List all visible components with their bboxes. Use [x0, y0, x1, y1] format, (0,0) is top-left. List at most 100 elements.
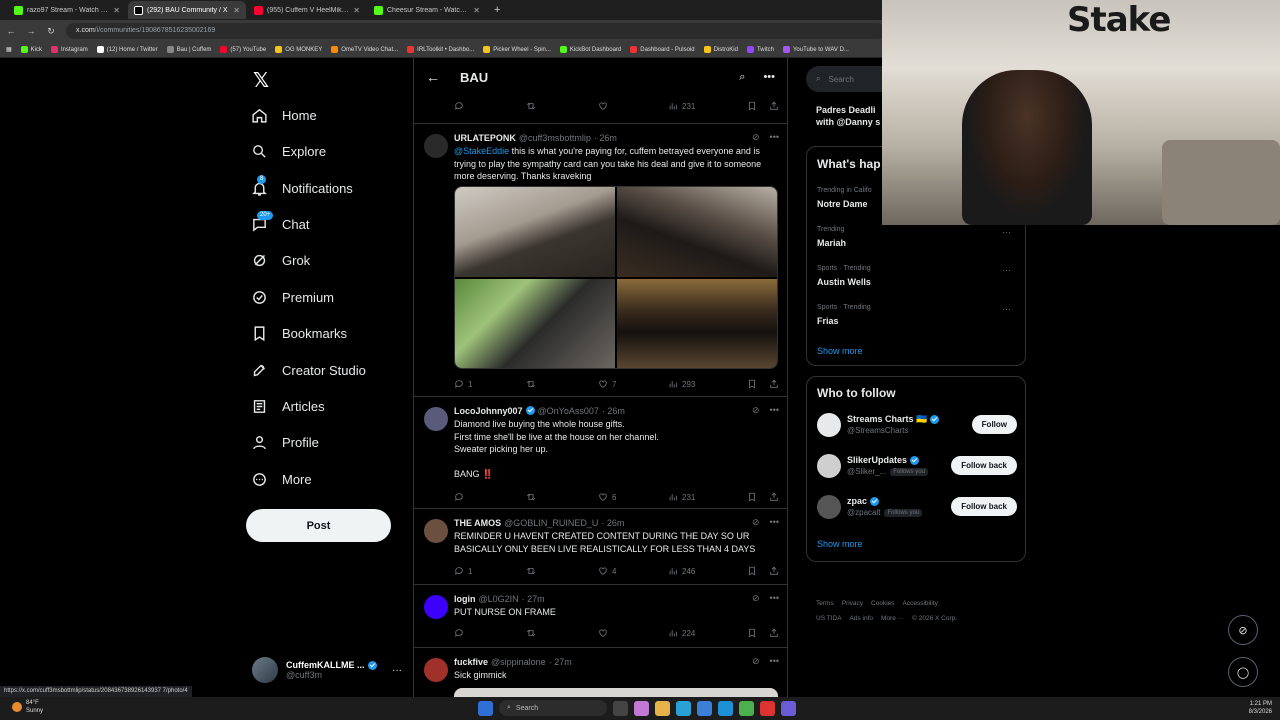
like-icon[interactable] [598, 628, 668, 638]
back-arrow-icon[interactable]: ← [426, 69, 460, 85]
bookmark-item[interactable]: Kick [20, 46, 42, 53]
tweet[interactable]: LocoJohnny007 @OnYoAss007 · 26m ⊘ ••• Dia… [414, 396, 787, 507]
grok-icon[interactable]: ⊘ [752, 517, 760, 528]
repost-icon[interactable] [526, 566, 598, 576]
grok-icon[interactable]: ⊘ [752, 132, 760, 143]
views-icon[interactable]: 224 [668, 628, 746, 638]
reply-icon[interactable] [454, 628, 526, 638]
weather-widget[interactable]: 84°F Sunny [12, 699, 43, 715]
browser-tab-0[interactable]: razo97 Stream - Watch Live on✕ [8, 1, 126, 19]
repost-icon[interactable] [526, 628, 598, 638]
bookmark-icon[interactable] [747, 101, 757, 111]
grok-icon[interactable]: ⊘ [752, 593, 760, 604]
edge-icon[interactable] [676, 700, 691, 716]
more-options-icon[interactable]: ··· [1002, 304, 1011, 314]
tweet-timestamp[interactable]: · 26m [602, 406, 625, 416]
footer-link[interactable]: Ads info [850, 615, 874, 622]
close-icon[interactable]: ✕ [233, 6, 240, 15]
tweet-author-name[interactable]: URLATEPONK [454, 133, 516, 143]
bookmark-item[interactable]: KickBot Dashboard [559, 46, 621, 53]
tweet[interactable]: URLATEPONK @cuff3msbottmlip · 26m ⊘ ••• @… [414, 123, 787, 395]
more-options-icon[interactable]: ••• [770, 656, 779, 667]
views-icon[interactable]: 231 [668, 101, 746, 111]
nav-item-profile[interactable]: Profile [251, 427, 319, 457]
bookmark-icon[interactable] [747, 628, 757, 638]
app-icon[interactable] [760, 700, 775, 716]
nav-item-chat[interactable]: 20+ Chat [251, 209, 309, 239]
account-switcher[interactable]: CuffemKALLME ... @cuff3m ··· [252, 655, 402, 685]
tweet-photo[interactable] [455, 278, 615, 368]
share-icon[interactable] [769, 566, 779, 576]
nav-item-home[interactable]: Home [251, 100, 317, 130]
clock[interactable]: 1:21 PM 8/3/2026 [1236, 700, 1272, 716]
trend-item[interactable]: Mariah [817, 238, 846, 248]
avatar[interactable] [424, 658, 448, 682]
back-arrow-icon[interactable]: ← [6, 26, 16, 36]
tweet-author-name[interactable]: THE AMOS [454, 518, 501, 528]
tweet[interactable]: login @L0G2IN · 27m ⊘ ••• PUT NURSE ON FR… [414, 584, 787, 646]
follow-suggestion[interactable]: SlikerUpdates @Sliker_... Follows you Fol… [817, 452, 1017, 482]
bookmark-item[interactable]: DistroKid [703, 46, 738, 53]
follow-button[interactable]: Follow [971, 415, 1017, 434]
nav-item-bookmarks[interactable]: Bookmarks [251, 318, 347, 348]
bookmark-item[interactable]: OG MONKEY [275, 46, 322, 53]
task-view-icon[interactable] [613, 700, 628, 716]
footer-link[interactable]: Accessibility [903, 600, 938, 607]
bookmark-item[interactable]: YouTube to WAV D... [782, 46, 849, 53]
trend-item[interactable]: Notre Dame [817, 199, 868, 209]
close-icon[interactable]: ✕ [473, 6, 480, 15]
store-icon[interactable] [697, 700, 712, 716]
more-options-icon[interactable]: ••• [770, 593, 779, 604]
post-button[interactable]: Post [246, 509, 391, 542]
avatar[interactable] [817, 495, 841, 519]
url-field[interactable]: x.com/i/communities/1908678516235002169 [66, 23, 886, 39]
reload-icon[interactable]: ↻ [46, 26, 56, 37]
trend-headline[interactable]: Padres Deadli with @Danny s [816, 104, 880, 128]
x-logo-icon[interactable]: 𝕏 [253, 68, 269, 93]
bookmark-icon[interactable] [747, 492, 757, 502]
mention-link[interactable]: @StakeEddie [454, 146, 509, 156]
bookmark-item[interactable]: Picker Wheel - Spin... [483, 46, 551, 53]
chrome-icon[interactable] [739, 700, 754, 716]
more-options-icon[interactable]: ••• [770, 405, 779, 416]
nav-item-grok[interactable]: Grok [251, 245, 310, 275]
footer-link[interactable]: US TIDA [816, 615, 842, 622]
tweet-photo[interactable] [617, 187, 777, 277]
like-icon[interactable]: 7 [598, 379, 668, 389]
nav-item-more[interactable]: More [251, 464, 312, 494]
grok-icon[interactable]: ⊘ [752, 405, 760, 416]
tweet[interactable]: fuckfive @sippinalone · 27m ⊘ ••• Sick gi… [414, 647, 787, 698]
bookmark-item[interactable]: Dashboard - Pulsoid [630, 46, 695, 53]
trend-item[interactable]: Frias [817, 316, 839, 326]
repost-icon[interactable] [526, 492, 598, 502]
follow-back-button[interactable]: Follow back [951, 497, 1017, 516]
search-icon[interactable]: ⌕ [739, 71, 745, 84]
file-explorer-icon[interactable] [655, 700, 670, 716]
bookmark-item[interactable]: Bau | Cuffem [166, 46, 211, 53]
start-icon[interactable] [478, 700, 493, 716]
repost-icon[interactable] [526, 379, 598, 389]
nav-item-articles[interactable]: Articles [251, 391, 325, 421]
avatar[interactable] [424, 134, 448, 158]
share-icon[interactable] [769, 379, 779, 389]
account-more-icon[interactable]: ··· [392, 665, 402, 676]
views-icon[interactable]: 293 [668, 379, 746, 389]
show-more-link[interactable]: Show more [817, 539, 863, 549]
nav-item-creator-studio[interactable]: Creator Studio [251, 355, 366, 385]
follow-suggestion[interactable]: zpac @zpacalt Follows you Follow back [817, 493, 1017, 523]
like-icon[interactable]: 4 [598, 566, 668, 576]
browser-tab-2[interactable]: (955) Cuffem V HeelMike Swea✕ [248, 1, 366, 19]
app-icon[interactable] [634, 700, 649, 716]
more-options-icon[interactable]: ••• [770, 132, 779, 143]
forward-arrow-icon[interactable]: → [26, 26, 36, 36]
follow-suggestion[interactable]: Streams Charts 🇺🇦 @StreamsCharts Follow [817, 411, 1017, 441]
footer-link[interactable]: More ··· [881, 615, 904, 622]
browser-tab-3[interactable]: Cheesur Stream - Watch Live o✕ [368, 1, 486, 19]
tweet-author-name[interactable]: LocoJohnny007 [454, 406, 523, 416]
views-icon[interactable]: 246 [668, 566, 746, 576]
tweet-photo[interactable] [617, 278, 777, 368]
nav-item-notifications[interactable]: 8 Notifications [251, 173, 353, 203]
app-icon[interactable] [718, 700, 733, 716]
avatar[interactable] [424, 407, 448, 431]
tweet-timestamp[interactable]: · 27m [549, 657, 572, 667]
